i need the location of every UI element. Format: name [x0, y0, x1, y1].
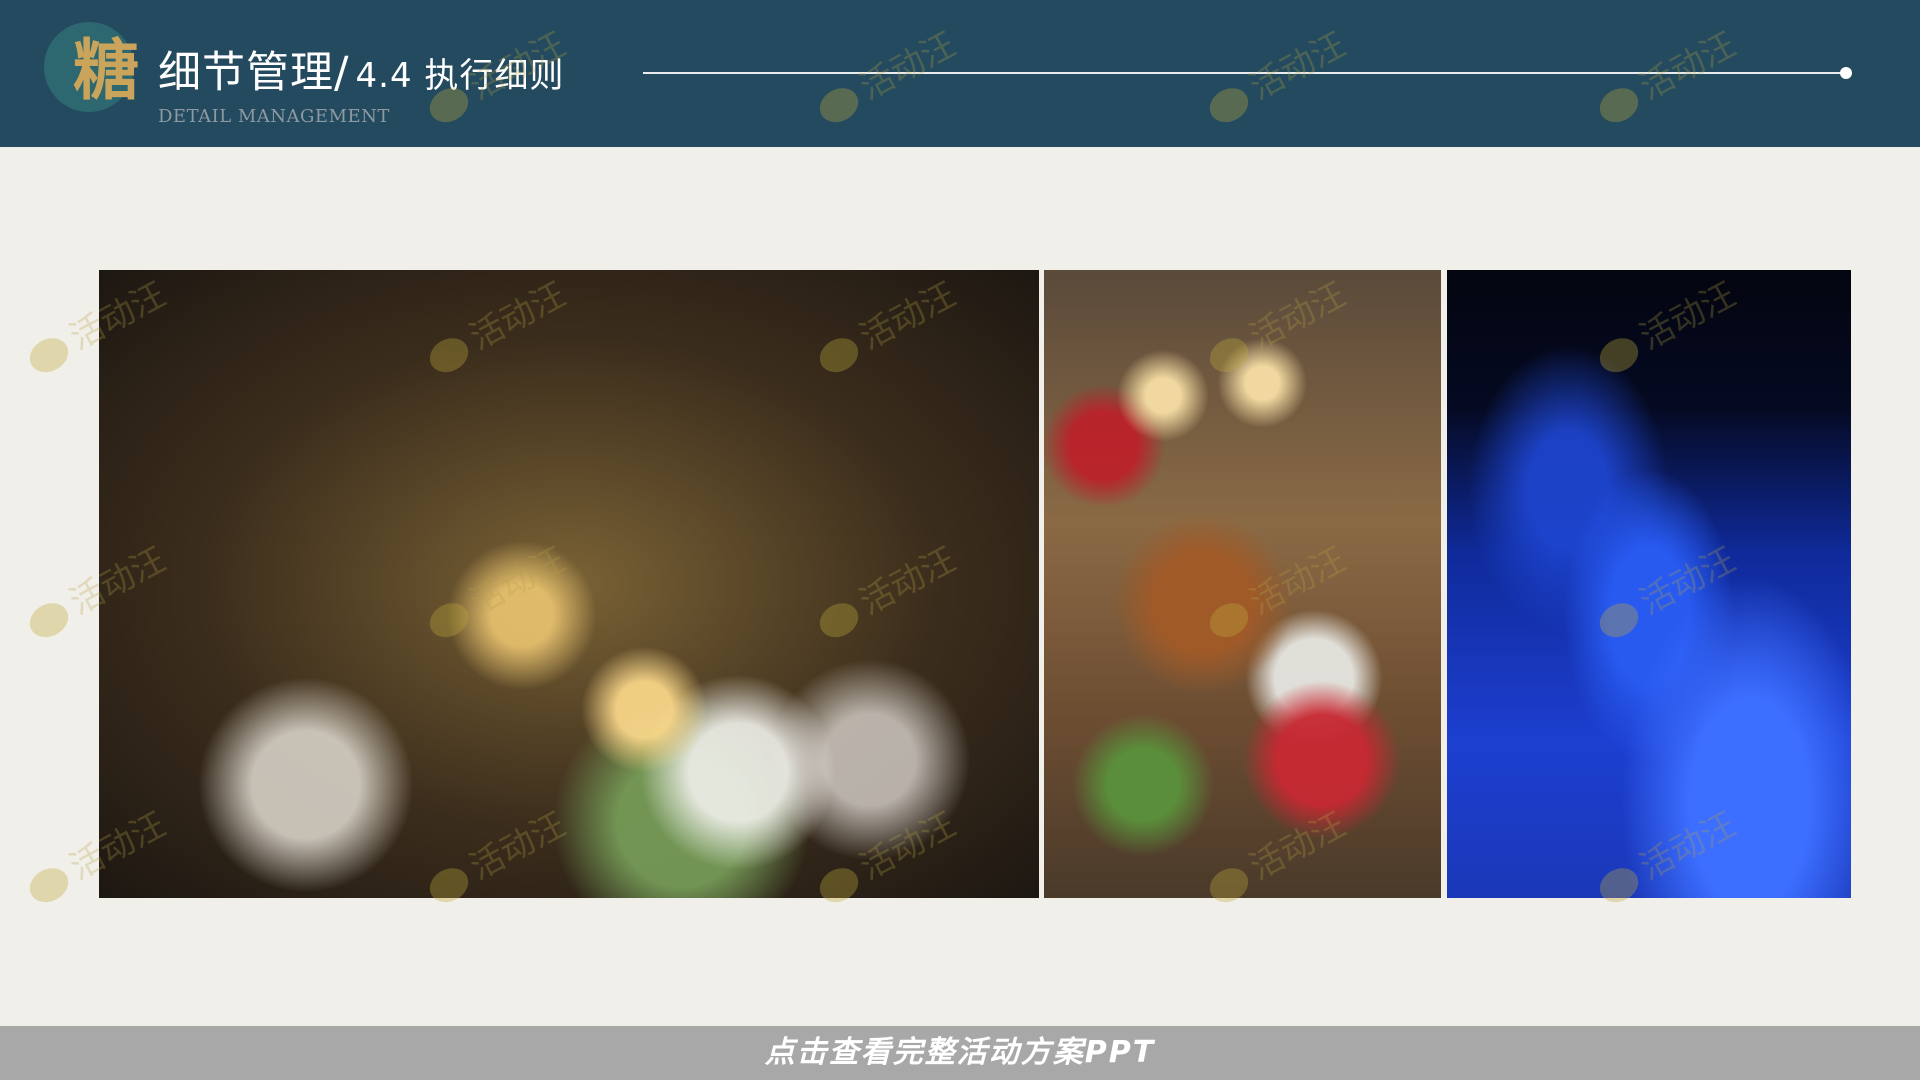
watermark-mascot-icon — [23, 861, 74, 909]
christmas-feast-table-photo — [1044, 270, 1441, 898]
logo-glyph: 糖 — [73, 31, 139, 109]
view-full-ppt-link[interactable]: 点击查看完整活动方案PPT — [0, 1026, 1920, 1080]
blue-lit-gala-table-photo — [1447, 270, 1851, 898]
footer-bar[interactable]: 点击查看完整活动方案PPT — [0, 1026, 1920, 1080]
page-title: 细节管理/4.4 执行细则 — [158, 45, 564, 104]
banquet-long-table-photo — [99, 270, 1039, 898]
header-divider-dot — [1840, 67, 1852, 79]
subtitle-english: DETAIL MANAGEMENT — [158, 106, 390, 127]
title-sub: 4.4 执行细则 — [355, 56, 565, 96]
header-divider-line — [643, 72, 1846, 74]
title-main: 细节管理/ — [158, 48, 350, 98]
watermark-mascot-icon — [23, 331, 74, 379]
header-bar: 糖 细节管理/4.4 执行细则 DETAIL MANAGEMENT — [0, 0, 1920, 147]
watermark-mascot-icon — [23, 596, 74, 644]
